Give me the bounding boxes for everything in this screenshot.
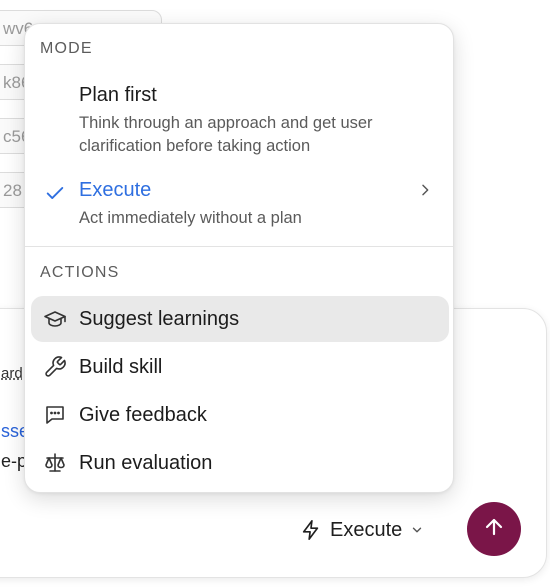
background-field-text: 28 <box>3 181 22 200</box>
chevron-right-icon[interactable] <box>417 181 433 204</box>
action-build-skill[interactable]: Build skill <box>31 344 449 390</box>
chevron-down-icon <box>410 523 424 537</box>
action-give-feedback[interactable]: Give feedback <box>31 392 449 438</box>
action-label: Suggest learnings <box>79 308 240 330</box>
mode-option-description: Think through an approach and get user c… <box>79 114 373 155</box>
action-label: Run evaluation <box>79 452 213 474</box>
scale-icon <box>43 451 67 475</box>
graduation-cap-icon <box>43 307 67 331</box>
page: wv6 k86 c56 28 ard sse e-p Execute MODE … <box>0 0 550 588</box>
mode-section-title: MODE <box>40 40 93 57</box>
mode-option-plan-first[interactable]: Plan first Think through an approach and… <box>25 80 453 170</box>
mode-option-title: Execute <box>79 179 152 201</box>
action-label: Build skill <box>79 356 163 378</box>
mode-option-description: Act immediately without a plan <box>79 209 302 227</box>
action-run-evaluation[interactable]: Run evaluation <box>31 440 449 486</box>
composer-board-link[interactable]: ard <box>1 365 23 382</box>
send-button[interactable] <box>467 502 521 556</box>
mode-selector-button[interactable]: Execute <box>300 514 424 546</box>
action-suggest-learnings[interactable]: Suggest learnings <box>31 296 449 342</box>
mode-menu: MODE Plan first Think through an approac… <box>24 23 454 493</box>
mode-option-title: Plan first <box>79 84 157 106</box>
mode-option-execute[interactable]: Execute Act immediately without a plan <box>25 176 453 236</box>
menu-divider <box>25 246 453 247</box>
arrow-up-icon <box>482 515 506 544</box>
lightning-icon <box>300 519 322 541</box>
actions-section-title: ACTIONS <box>40 264 120 281</box>
mode-selector-label: Execute <box>330 518 403 541</box>
wrench-icon <box>43 355 67 379</box>
check-icon <box>44 182 66 209</box>
message-square-icon <box>43 403 67 427</box>
action-label: Give feedback <box>79 404 207 426</box>
